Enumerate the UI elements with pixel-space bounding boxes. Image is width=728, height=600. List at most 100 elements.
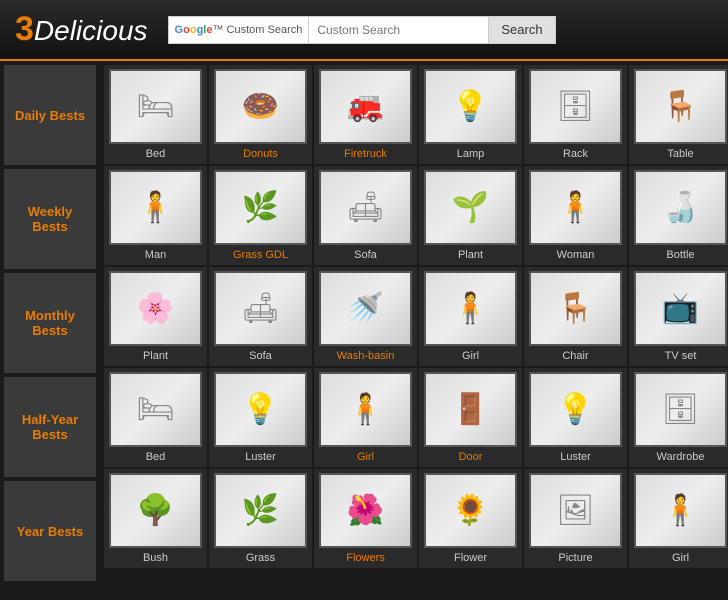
thumb-wrapper: 🚒 [319, 69, 412, 144]
thumb-wrapper: 🧍 [634, 473, 727, 548]
cell-label: Bed [146, 451, 166, 463]
thumb-placeholder: 🧍 [321, 374, 410, 445]
sidebar: Daily BestsWeekly BestsMonthly BestsHalf… [0, 61, 100, 585]
cell-label: Plant [143, 350, 168, 362]
sidebar-item-year[interactable]: Year Bests [4, 481, 96, 581]
cell-label: Grass GDL [233, 249, 288, 261]
thumb-wrapper: 🪑 [529, 271, 622, 346]
thumb-wrapper: 🧍 [424, 271, 517, 346]
thumb-placeholder: 🛏 [111, 71, 200, 142]
cell-label: Wardrobe [657, 451, 705, 463]
thumb-wrapper: 🛋 [214, 271, 307, 346]
cell-label: Bush [143, 552, 168, 564]
thumb-wrapper: 🗄 [529, 69, 622, 144]
sidebar-item-weekly[interactable]: Weekly Bests [4, 169, 96, 269]
search-button[interactable]: Search [488, 16, 555, 44]
grid-cell[interactable]: 🛋 Sofa [314, 166, 417, 265]
grid-cell[interactable]: 🛏 Bed [104, 368, 207, 467]
grid-cell[interactable]: 🖼 Picture [524, 469, 627, 568]
grid-cell[interactable]: 🌿 Grass GDL [209, 166, 312, 265]
thumb-wrapper: 🌺 [319, 473, 412, 548]
grid-cell[interactable]: 🍩 Donuts [209, 65, 312, 164]
cell-label: Wash-basin [337, 350, 395, 362]
logo-text: Delicious [34, 15, 148, 46]
thumb-wrapper: 🛏 [109, 372, 202, 447]
grid-cell[interactable]: 🌳Bush [104, 469, 207, 568]
thumb-placeholder: 🛋 [321, 172, 410, 243]
thumb-placeholder: 🚒 [321, 71, 410, 142]
thumb-placeholder: 🍶 [636, 172, 725, 243]
grid-cell[interactable]: 🧍Girl [314, 368, 417, 467]
cell-label: Girl [672, 552, 689, 564]
grid-area: 🛏Bed🍩Donuts🚒Firetruck💡Lamp🗄Rack🪑Table🧍Ma… [100, 61, 728, 585]
cell-label: TV set [665, 350, 697, 362]
thumb-wrapper: 🍩 [214, 69, 307, 144]
cell-label: Bed [146, 148, 166, 160]
cell-label: Plant [458, 249, 483, 261]
grid-cell[interactable]: 🧍Girl [419, 267, 522, 366]
grid-cell[interactable]: 🗄 Wardrobe [629, 368, 728, 467]
sidebar-item-monthly[interactable]: Monthly Bests [4, 273, 96, 373]
thumb-placeholder: 🧍 [111, 172, 200, 243]
cell-label: Donuts [243, 148, 278, 160]
sidebar-item-halfyear[interactable]: Half-Year Bests [4, 377, 96, 477]
grid-cell[interactable]: 🌺Flowers [314, 469, 417, 568]
grid-cell[interactable]: 🧍Woman [524, 166, 627, 265]
cell-label: Table [667, 148, 693, 160]
main-content: Daily BestsWeekly BestsMonthly BestsHalf… [0, 61, 728, 585]
grid-row-0: 🛏 Bed 🍩 Donuts 🚒 Firetruck 💡Lamp🗄Rack🪑 Table [104, 65, 728, 164]
cell-label: Firetruck [344, 148, 387, 160]
thumb-wrapper: 🚿 [319, 271, 412, 346]
grid-cell[interactable]: 🌸 Plant [104, 267, 207, 366]
thumb-wrapper: 💡 [424, 69, 517, 144]
cell-label: Sofa [354, 249, 377, 261]
grid-cell[interactable]: 🪑Chair [524, 267, 627, 366]
cell-label: Grass [246, 552, 275, 564]
grid-cell[interactable]: 🌻Flower [419, 469, 522, 568]
thumb-placeholder: 🧍 [426, 273, 515, 344]
thumb-placeholder: 💡 [426, 71, 515, 142]
grid-cell[interactable]: 🚒 Firetruck [314, 65, 417, 164]
grid-cell[interactable]: 🚿 Wash-basin [314, 267, 417, 366]
thumb-placeholder: 🪑 [531, 273, 620, 344]
thumb-wrapper: 🚪 [424, 372, 517, 447]
grid-cell[interactable]: 💡Lamp [419, 65, 522, 164]
cell-label: Luster [245, 451, 276, 463]
grid-cell[interactable]: 📺TV set [629, 267, 728, 366]
thumb-wrapper: 🍶 [634, 170, 727, 245]
grid-cell[interactable]: 🛏 Bed [104, 65, 207, 164]
thumb-wrapper: 🌿 [214, 170, 307, 245]
thumb-placeholder: 🛋 [216, 273, 305, 344]
cell-label: Sofa [249, 350, 272, 362]
thumb-placeholder: 🌺 [321, 475, 410, 546]
grid-cell[interactable]: 💡Luster [524, 368, 627, 467]
grid-cell[interactable]: 💡Luster [209, 368, 312, 467]
grid-cell[interactable]: 🚪Door [419, 368, 522, 467]
grid-cell[interactable]: 🍶Bottle [629, 166, 728, 265]
thumb-placeholder: 🌸 [111, 273, 200, 344]
cell-label: Woman [557, 249, 595, 261]
cell-label: Picture [558, 552, 592, 564]
search-input[interactable] [308, 16, 488, 44]
grid-cell[interactable]: 🌿Grass [209, 469, 312, 568]
thumb-wrapper: 🧍 [109, 170, 202, 245]
thumb-placeholder: 🚪 [426, 374, 515, 445]
grid-row-4: 🌳Bush🌿Grass🌺Flowers🌻Flower🖼 Picture 🧍 Girl [104, 469, 728, 568]
grid-cell[interactable]: 🛋 Sofa [209, 267, 312, 366]
grid-cell[interactable]: 🗄Rack [524, 65, 627, 164]
cell-label: Man [145, 249, 166, 261]
sidebar-item-daily[interactable]: Daily Bests [4, 65, 96, 165]
logo: 3Delicious [15, 10, 148, 49]
grid-cell[interactable]: 🧍 Man [104, 166, 207, 265]
grid-cell[interactable]: 🪑 Table [629, 65, 728, 164]
thumb-placeholder: 🗄 [636, 374, 725, 445]
grid-cell[interactable]: 🧍 Girl [629, 469, 728, 568]
thumb-placeholder: 🛏 [111, 374, 200, 445]
thumb-placeholder: 🚿 [321, 273, 410, 344]
thumb-placeholder: 🍩 [216, 71, 305, 142]
thumb-placeholder: 🪑 [636, 71, 725, 142]
thumb-wrapper: 🌱 [424, 170, 517, 245]
thumb-placeholder: 🖼 [531, 475, 620, 546]
grid-cell[interactable]: 🌱 Plant [419, 166, 522, 265]
grid-row-1: 🧍 Man 🌿 Grass GDL 🛋 Sofa 🌱 Plant 🧍Woman🍶Bottle [104, 166, 728, 265]
